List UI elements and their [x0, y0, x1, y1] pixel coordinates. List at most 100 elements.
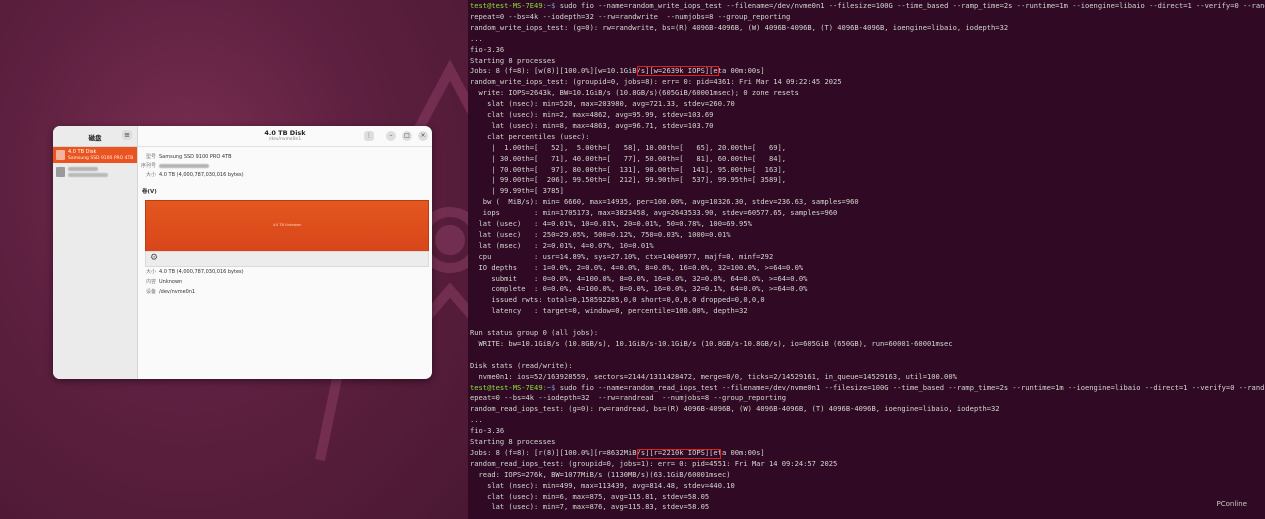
terminal-line: issued rwts: total=0,158592285,0,0 short…: [470, 295, 765, 306]
terminal-line: | 30.00th=[ 71], 40.00th=[ 77], 50.00th=…: [470, 154, 786, 165]
terminal-line: repeat=0 --bs=4k --iodepth=32 --rw=randw…: [470, 12, 790, 23]
terminal-text: complete : 0=0.0%, 4=100.0%, 8=0.0%, 16=…: [470, 284, 808, 294]
terminal-text: | 99.00th=[ 206], 99.50th=[ 212], 99.90t…: [470, 175, 787, 185]
terminal-line: ...: [470, 34, 483, 45]
terminal-line: | 99.99th=[ 3785]: [470, 186, 564, 197]
window-header: 4.0 TB Disk /dev/nvme0n1 ⋮ – □ ×: [138, 126, 432, 147]
terminal-text: | 99.99th=[ 3785]: [470, 186, 564, 196]
minimize-icon[interactable]: –: [386, 131, 396, 141]
terminal-text: write: IOPS=2643k, BW=10.1GiB/s (10.8GB/…: [470, 88, 799, 98]
sidebar-item-label-redacted: [68, 166, 98, 172]
prompt-path: :~$: [542, 1, 556, 10]
terminal-line: IO depths : 1=0.0%, 2=0.0%, 4=0.0%, 8=0.…: [470, 263, 804, 274]
terminal-text: ...: [470, 415, 483, 425]
prompt-user: test@test-MS-7E49: [470, 382, 543, 392]
terminal-line: Starting 8 processes: [470, 437, 555, 448]
terminal-line: read: IOPS=276k, BW=1077MiB/s (1130MB/s)…: [470, 470, 731, 481]
terminal-line: random_write_iops_test: (g=0): rw=randwr…: [470, 23, 1008, 34]
terminal-line: lat (usec) : 4=0.01%, 10=0.01%, 20=0.01%…: [470, 219, 752, 230]
terminal-text: clat (usec): min=6, max=875, avg=115.81,…: [470, 491, 710, 501]
prompt-path: :~$: [542, 382, 556, 392]
terminal-text: read: IOPS=276k, BW=1077MiB/s (1130MB/s)…: [470, 469, 731, 479]
terminal-text: | 30.00th=[ 71], 40.00th=[ 77], 50.00th=…: [470, 153, 787, 163]
terminal-text: iops : min=1705173, max=3823458, avg=264…: [470, 208, 838, 218]
terminal-text: Starting 8 processes: [470, 437, 556, 446]
terminal-text: clat (usec): min=2, max=4862, avg=95.99,…: [470, 110, 714, 119]
terminal-line: fio-3.36: [470, 426, 504, 437]
volume-partition-bar[interactable]: 4.0 TB Unknown: [145, 200, 429, 252]
terminal-text: repeat=0 --bs=4k --iodepth=32 --rw=randw…: [470, 11, 791, 21]
terminal-text: random_read_iops_test: (g=0): rw=randrea…: [470, 404, 1000, 414]
terminal-line: Run status group 0 (all jobs):: [470, 328, 598, 339]
watermark: PConline: [1216, 500, 1247, 508]
terminal-line: nvme0n1: ios=52/163928559, sectors=2144/…: [470, 372, 957, 383]
terminal-text: sudo fio --name=random_read_iops_test --…: [555, 382, 1265, 392]
terminal-text: random_write_iops_test: (groupid=0, jobs…: [470, 77, 842, 87]
gear-icon[interactable]: ⚙: [150, 253, 158, 264]
terminal-line: Jobs: 8 (f=8): [w(8)][100.0%][w=10.1GiB/…: [470, 66, 765, 77]
terminal-text: epeat=0 --bs=4k --iodepth=32 --rw=randre…: [470, 393, 787, 403]
terminal-text: issued rwts: total=0,158592285,0,0 short…: [470, 295, 765, 305]
volume-device: 设备/dev/nvme0n1: [145, 289, 196, 295]
sidebar-item-disk-redacted[interactable]: [53, 164, 137, 180]
terminal-command-line: test@test-MS-7E49:~$ sudo fio --name=ran…: [470, 1, 1265, 12]
terminal-line: complete : 0=0.0%, 4=100.0%, 8=0.0%, 16=…: [470, 284, 807, 295]
terminal-text: fio-3.36: [470, 426, 505, 436]
terminal-text: clat percentiles (usec):: [470, 131, 590, 141]
terminal-command-line: test@test-MS-7E49:~$ sudo fio --name=ran…: [470, 383, 1265, 394]
sidebar-item-sublabel-redacted: [68, 172, 108, 179]
maximize-icon[interactable]: □: [402, 131, 412, 141]
sidebar-item-label: 4.0 TB Disk: [68, 149, 97, 155]
volume-content: 内容 Unknown: [145, 279, 183, 285]
terminal-text: Disk stats (read/write):: [470, 360, 573, 370]
volume-size: 大小 4.0 TB (4,000,787,030,016 bytes): [145, 269, 244, 275]
menu-icon[interactable]: ≡: [122, 130, 132, 140]
terminal-text: latency : target=0, window=0, percentile…: [470, 306, 748, 316]
terminal-line: lat (usec): min=8, max=4863, avg=96.71, …: [470, 121, 713, 132]
sidebar-item-sublabel: Samsung SSD 9100 PRO 4TB: [68, 155, 134, 161]
terminal-window[interactable]: test@test-MS-7E49:~$ sudo fio --name=ran…: [468, 0, 1265, 519]
volumes-heading: 卷(V): [142, 189, 157, 195]
terminal-line: Disk stats (read/write):: [470, 361, 573, 372]
info-size: 大小 4.0 TB (4,000,787,030,016 bytes): [145, 172, 244, 178]
close-icon[interactable]: ×: [418, 131, 428, 141]
terminal-text: submit : 0=0.0%, 4=100.0%, 8=0.0%, 16=0.…: [470, 273, 808, 283]
terminal-text: | 70.00th=[ 97], 80.00th=[ 131], 90.00th…: [470, 164, 787, 174]
terminal-line: | 99.00th=[ 206], 99.50th=[ 212], 99.90t…: [470, 175, 786, 186]
terminal-text: | 1.00th=[ 52], 5.00th=[ 58], 10.00th=[ …: [470, 142, 787, 152]
terminal-text: lat (usec): min=8, max=4863, avg=96.71, …: [470, 120, 714, 130]
terminal-text: ...: [470, 33, 483, 43]
terminal-line: lat (usec): min=7, max=876, avg=115.83, …: [470, 502, 709, 513]
terminal-line: clat (usec): min=6, max=875, avg=115.81,…: [470, 492, 709, 503]
sidebar-item-disk-4tb[interactable]: 4.0 TB Disk Samsung SSD 9100 PRO 4TB: [53, 147, 137, 163]
prompt-user: test@test-MS-7E49: [470, 1, 543, 10]
terminal-line: clat (usec): min=2, max=4862, avg=95.99,…: [470, 110, 713, 121]
terminal-text: lat (usec) : 250=29.05%, 500=0.12%, 750=…: [470, 229, 731, 239]
terminal-line: submit : 0=0.0%, 4=100.0%, 8=0.0%, 16=0.…: [470, 274, 807, 285]
terminal-text: lat (usec) : 4=0.01%, 10=0.01%, 20=0.01%…: [470, 219, 752, 228]
info-serial: 序列号: [136, 162, 209, 169]
terminal-text: lat (usec): min=7, max=876, avg=115.83, …: [470, 502, 710, 512]
terminal-text: sudo fio --name=random_write_iops_test -…: [555, 1, 1265, 10]
terminal-line: random_read_iops_test: (g=0): rw=randrea…: [470, 404, 1000, 415]
terminal-text: nvme0n1: ios=52/163928559, sectors=2144/…: [470, 371, 957, 381]
terminal-text: cpu : usr=14.89%, sys=27.10%, ctx=140409…: [470, 251, 774, 261]
highlight-write-iops: [637, 66, 719, 76]
terminal-line: bw ( MiB/s): min= 6660, max=14935, per=1…: [470, 197, 859, 208]
more-options-icon[interactable]: ⋮: [364, 131, 374, 141]
terminal-line: write: IOPS=2643k, BW=10.1GiB/s (10.8GB/…: [470, 88, 799, 99]
terminal-line: WRITE: bw=10.1GiB/s (10.8GB/s), 10.1GiB/…: [470, 339, 953, 350]
highlight-read-iops: [637, 449, 721, 459]
disks-sidebar: 磁盘 ≡ 4.0 TB Disk Samsung SSD 9100 PRO 4T…: [53, 126, 138, 379]
terminal-text: fio-3.36: [470, 44, 505, 54]
info-model: 型号 Samsung SSD 9100 PRO 4TB: [145, 154, 232, 160]
terminal-line: latency : target=0, window=0, percentile…: [470, 306, 748, 317]
terminal-line: fio-3.36: [470, 45, 504, 56]
terminal-line: epeat=0 --bs=4k --iodepth=32 --rw=randre…: [470, 393, 786, 404]
disk-icon: [56, 167, 65, 177]
terminal-line: Starting 8 processes: [470, 56, 555, 67]
disks-window: 磁盘 ≡ 4.0 TB Disk Samsung SSD 9100 PRO 4T…: [53, 126, 432, 379]
terminal-line: random_write_iops_test: (groupid=0, jobs…: [470, 77, 842, 88]
terminal-line: ...: [470, 415, 483, 426]
terminal-text: random_write_iops_test: (g=0): rw=randwr…: [470, 22, 1009, 32]
